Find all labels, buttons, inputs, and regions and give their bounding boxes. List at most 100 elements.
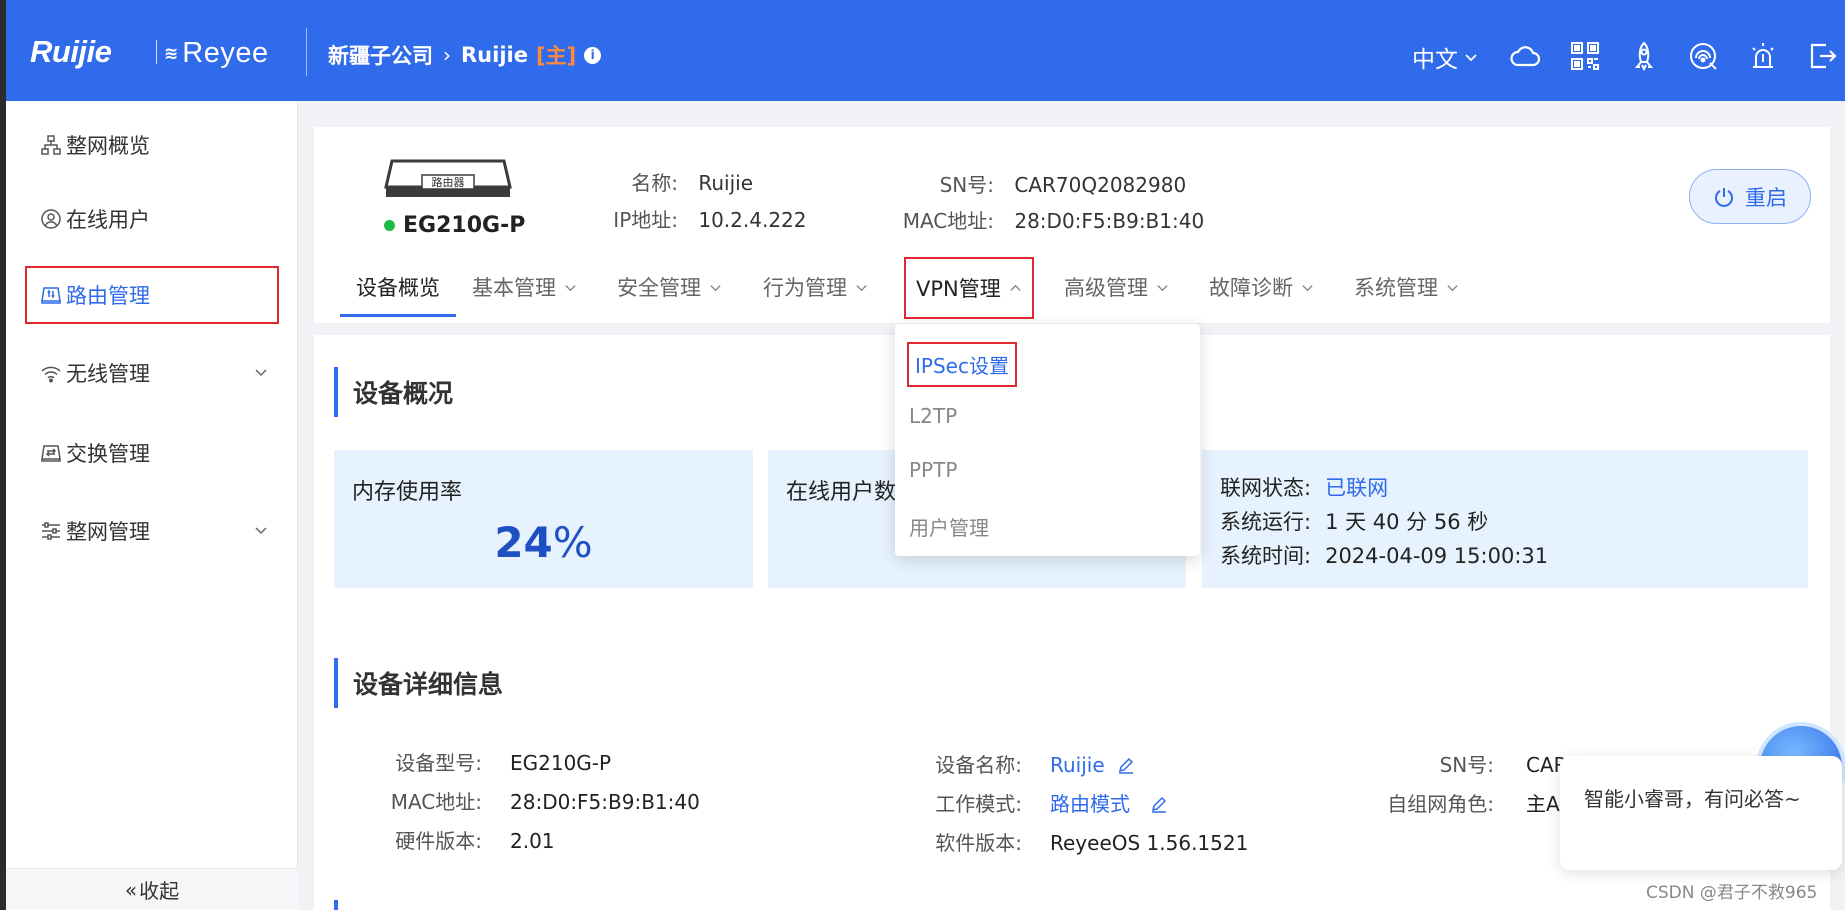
device-mac-field: MAC地址: 28:D0:F5:B9:B1:40 bbox=[902, 209, 1205, 233]
sidebar-item-routing[interactable]: 路由管理 bbox=[24, 265, 280, 325]
device-ip-field: IP地址: 10.2.4.222 bbox=[613, 208, 807, 232]
app-window: Ruijie ≋ Reyee 新疆子公司 › Ruijie [主] i 中文 整… bbox=[6, 0, 1845, 910]
sidebar-item-switching[interactable]: 交换管理 bbox=[6, 423, 298, 483]
detail-software-version: 软件版本: ReyeeOS 1.56.1521 bbox=[935, 831, 1249, 855]
watermark: CSDN @君子不救965 bbox=[1646, 883, 1818, 903]
qrcode-icon[interactable] bbox=[1569, 40, 1601, 72]
device-model-text: EG210G-P bbox=[403, 213, 526, 238]
detail-model: 设备型号: EG210G-P bbox=[395, 751, 612, 775]
tab-advanced-management[interactable]: 高级管理 bbox=[1064, 257, 1169, 317]
detail-sn: SN号: CAR bbox=[1439, 753, 1568, 777]
double-chevron-left-icon: « bbox=[124, 877, 138, 902]
system-time: 系统时间: 2024-04-09 15:00:31 bbox=[1220, 544, 1549, 568]
sidebar-item-label: 在线用户 bbox=[66, 208, 150, 232]
reyee-mark-icon: ≋ bbox=[164, 43, 179, 64]
reyee-logo: ≋ Reyee bbox=[164, 37, 269, 70]
device-sn-field: SN号: CAR70Q2082980 bbox=[939, 173, 1187, 197]
ruijie-logo: Ruijie bbox=[30, 34, 112, 69]
sidebar-item-label: 路由管理 bbox=[66, 284, 150, 308]
language-selector[interactable]: 中文 bbox=[1412, 40, 1478, 74]
alarm-icon[interactable] bbox=[1747, 40, 1779, 72]
tab-basic-management[interactable]: 基本管理 bbox=[472, 257, 577, 317]
svg-text:路由器: 路由器 bbox=[432, 175, 465, 189]
menu-item-pptp[interactable]: PPTP bbox=[909, 458, 957, 482]
online-users-label: 在线用户数 bbox=[786, 480, 897, 505]
sidebar: 整网概览 在线用户 路由管理 无线管理 交换管理 整网管理 « 收起 bbox=[6, 101, 298, 910]
logout-icon[interactable] bbox=[1806, 40, 1838, 72]
signal-scan-icon[interactable] bbox=[1687, 40, 1719, 72]
online-status-dot bbox=[384, 220, 395, 231]
sidebar-item-network-overview[interactable]: 整网概览 bbox=[6, 115, 298, 175]
chevron-down-icon bbox=[1465, 54, 1477, 62]
chevron-right-icon: › bbox=[443, 43, 451, 67]
sidebar-item-label: 交换管理 bbox=[66, 442, 150, 466]
detail-mesh-role: 自组网角色: 主AC bbox=[1387, 792, 1574, 816]
menu-item-l2tp[interactable]: L2TP bbox=[909, 404, 957, 428]
device-model: EG210G-P bbox=[384, 213, 525, 238]
breadcrumb-device[interactable]: Ruijie bbox=[461, 43, 528, 67]
collapse-label: 收起 bbox=[139, 879, 180, 903]
settings-sliders-icon bbox=[40, 520, 62, 542]
assistant-chat-bubble[interactable]: 智能小睿哥，有问必答~ bbox=[1560, 756, 1842, 870]
info-icon[interactable]: i bbox=[584, 46, 602, 64]
memory-usage-value: 24% bbox=[494, 518, 593, 567]
detail-device-name: 设备名称: Ruijie bbox=[874, 749, 1135, 778]
next-section-marker bbox=[334, 900, 338, 910]
tab-fault-diagnosis[interactable]: 故障诊断 bbox=[1209, 257, 1314, 317]
reboot-button[interactable]: 重启 bbox=[1689, 169, 1811, 224]
language-label: 中文 bbox=[1412, 47, 1458, 73]
detail-hardware-version: 硬件版本: 2.01 bbox=[395, 829, 555, 853]
device-info-card: 路由器 EG210G-P 名称: Ruijie IP地址: 10.2.4.222… bbox=[314, 127, 1830, 323]
system-uptime: 系统运行: 1 天 40 分 56 秒 bbox=[1220, 510, 1489, 534]
sidebar-item-network-management[interactable]: 整网管理 bbox=[6, 501, 298, 561]
tab-behavior-management[interactable]: 行为管理 bbox=[763, 257, 868, 317]
tab-device-overview[interactable]: 设备概览 bbox=[340, 257, 456, 317]
sidebar-item-wireless[interactable]: 无线管理 bbox=[6, 343, 298, 403]
overview-section-title: 设备概况 bbox=[334, 367, 453, 417]
breadcrumb: 新疆子公司 › Ruijie [主] i bbox=[328, 40, 602, 70]
reyee-logo-text: Reyee bbox=[182, 37, 269, 69]
chevron-down-icon bbox=[255, 527, 267, 535]
wifi-icon bbox=[40, 362, 62, 384]
chevron-down-icon bbox=[565, 284, 576, 291]
chevron-down-icon bbox=[1302, 284, 1313, 291]
memory-usage-card: 内存使用率 24% bbox=[334, 450, 753, 588]
topology-icon bbox=[40, 134, 62, 156]
details-section-title: 设备详细信息 bbox=[334, 658, 503, 708]
chevron-down-icon bbox=[1157, 284, 1168, 291]
network-status-card: 联网状态: 已联网 系统运行: 1 天 40 分 56 秒 系统时间: 2024-04… bbox=[1202, 450, 1808, 588]
chevron-down-icon bbox=[710, 284, 721, 291]
device-name-field: 名称: Ruijie bbox=[631, 171, 754, 195]
chevron-up-icon bbox=[1010, 284, 1021, 291]
chevron-down-icon bbox=[255, 369, 267, 377]
internet-status: 联网状态: 已联网 bbox=[1220, 476, 1389, 500]
router-device-icon: 路由器 bbox=[384, 159, 512, 197]
sidebar-item-label: 无线管理 bbox=[66, 362, 150, 386]
top-header: Ruijie ≋ Reyee 新疆子公司 › Ruijie [主] i 中文 bbox=[6, 0, 1845, 101]
sidebar-item-online-users[interactable]: 在线用户 bbox=[6, 189, 298, 249]
menu-item-user-management[interactable]: 用户管理 bbox=[909, 512, 989, 541]
tab-vpn-management[interactable]: VPN管理 bbox=[904, 257, 1034, 319]
detail-mac: MAC地址: 28:D0:F5:B9:B1:40 bbox=[390, 790, 700, 814]
memory-usage-label: 内存使用率 bbox=[352, 480, 463, 505]
header-divider bbox=[306, 28, 307, 76]
detail-work-mode: 工作模式: 路由模式 bbox=[874, 788, 1168, 817]
cloud-icon[interactable] bbox=[1509, 40, 1541, 72]
breadcrumb-company[interactable]: 新疆子公司 bbox=[328, 40, 433, 70]
switch-icon bbox=[40, 442, 62, 464]
user-circle-icon bbox=[40, 208, 62, 230]
sidebar-item-label: 整网管理 bbox=[66, 520, 150, 544]
power-icon bbox=[1715, 187, 1733, 207]
tab-security-management[interactable]: 安全管理 bbox=[617, 257, 722, 317]
rocket-icon[interactable] bbox=[1628, 40, 1660, 72]
logo-separator bbox=[156, 40, 157, 64]
tab-system-management[interactable]: 系统管理 bbox=[1354, 257, 1459, 317]
router-icon bbox=[40, 284, 62, 306]
chevron-down-icon bbox=[856, 284, 867, 291]
edit-icon[interactable] bbox=[1117, 756, 1135, 774]
edit-icon[interactable] bbox=[1150, 795, 1168, 813]
vpn-dropdown-menu: IPSec设置 L2TP PPTP 用户管理 bbox=[895, 324, 1200, 556]
sidebar-collapse-button[interactable]: « 收起 bbox=[6, 868, 298, 910]
menu-item-ipsec[interactable]: IPSec设置 bbox=[907, 342, 1017, 387]
reboot-label: 重启 bbox=[1745, 185, 1787, 210]
